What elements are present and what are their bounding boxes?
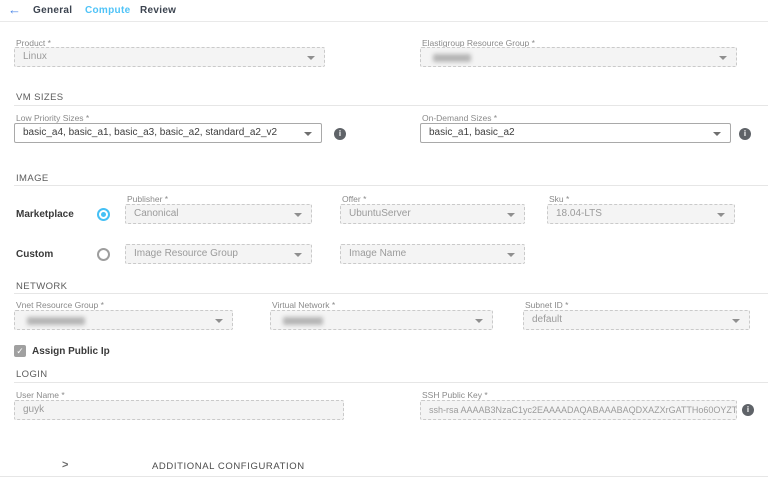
- vm-sizes-section-title: VM SIZES: [16, 92, 64, 103]
- offer-dropdown: UbuntuServer: [340, 204, 525, 224]
- tab-compute[interactable]: Compute: [85, 5, 130, 16]
- chevron-down-icon: [307, 56, 315, 60]
- sku-dropdown: 18.04-LTS: [547, 204, 735, 224]
- additional-configuration-toggle[interactable]: ADDITIONAL CONFIGURATION: [152, 461, 305, 472]
- divider: [14, 105, 768, 106]
- subnet-id-dropdown: default: [523, 310, 750, 330]
- info-icon[interactable]: i: [742, 404, 754, 416]
- chevron-down-icon: [732, 319, 740, 323]
- product-value: Linux: [23, 51, 47, 62]
- vnet-resource-group-dropdown: [14, 310, 233, 330]
- publisher-value: Canonical: [134, 208, 178, 219]
- image-resource-group-placeholder: Image Resource Group: [134, 248, 238, 259]
- image-section-title: IMAGE: [16, 173, 49, 184]
- on-demand-sizes-label: On-Demand Sizes *: [422, 113, 497, 123]
- chevron-down-icon: [507, 213, 515, 217]
- on-demand-sizes-value: basic_a1, basic_a2: [429, 127, 515, 138]
- image-name-placeholder: Image Name: [349, 248, 406, 259]
- product-dropdown: Linux: [14, 47, 325, 67]
- check-icon: ✓: [16, 346, 24, 356]
- image-name-dropdown: Image Name: [340, 244, 525, 264]
- low-priority-sizes-value: basic_a4, basic_a1, basic_a3, basic_a2, …: [23, 127, 277, 138]
- tab-review[interactable]: Review: [140, 5, 176, 16]
- divider: [14, 185, 768, 186]
- offer-label: Offer *: [342, 194, 366, 204]
- ssh-public-key-label: SSH Public Key *: [422, 390, 488, 400]
- chevron-down-icon: [719, 56, 727, 60]
- expand-chevron-icon[interactable]: >: [62, 459, 68, 471]
- image-resource-group-dropdown: Image Resource Group: [125, 244, 312, 264]
- back-arrow-icon[interactable]: ←: [8, 2, 21, 17]
- virtual-network-label: Virtual Network *: [272, 300, 335, 310]
- low-priority-sizes-dropdown[interactable]: basic_a4, basic_a1, basic_a3, basic_a2, …: [14, 123, 322, 143]
- network-section-title: NETWORK: [16, 281, 67, 292]
- chevron-down-icon: [294, 213, 302, 217]
- chevron-down-icon: [215, 319, 223, 323]
- marketplace-radio[interactable]: [97, 208, 110, 221]
- vnet-resource-group-label: Vnet Resource Group *: [16, 300, 104, 310]
- redacted-value: [27, 317, 85, 325]
- publisher-label: Publisher *: [127, 194, 168, 204]
- publisher-dropdown: Canonical: [125, 204, 312, 224]
- info-icon[interactable]: i: [334, 128, 346, 140]
- elastigroup-resource-group-dropdown: [420, 47, 737, 67]
- chevron-down-icon: [713, 132, 721, 136]
- custom-radio[interactable]: [97, 248, 110, 261]
- chevron-down-icon: [304, 132, 312, 136]
- ssh-public-key-value: ssh-rsa AAAAB3NzaC1yc2EAAAADAQABAAABAQDX…: [429, 405, 737, 415]
- subnet-id-value: default: [532, 314, 562, 325]
- redacted-value: [433, 54, 471, 62]
- on-demand-sizes-dropdown[interactable]: basic_a1, basic_a2: [420, 123, 731, 143]
- chevron-down-icon: [475, 319, 483, 323]
- ssh-public-key-input: ssh-rsa AAAAB3NzaC1yc2EAAAADAQABAAABAQDX…: [420, 400, 737, 420]
- chevron-down-icon: [294, 253, 302, 257]
- login-section-title: LOGIN: [16, 369, 48, 380]
- marketplace-radio-label: Marketplace: [16, 209, 74, 220]
- low-priority-sizes-label: Low Priority Sizes *: [16, 113, 89, 123]
- virtual-network-dropdown: [270, 310, 493, 330]
- user-name-value: guyk: [23, 404, 44, 415]
- subnet-id-label: Subnet ID *: [525, 300, 568, 310]
- user-name-input: guyk: [14, 400, 344, 420]
- sku-label: Sku *: [549, 194, 569, 204]
- radio-dot: [101, 212, 106, 217]
- chevron-down-icon: [507, 253, 515, 257]
- assign-public-ip-checkbox[interactable]: ✓: [14, 345, 26, 357]
- tab-bar: ← General Compute Review: [0, 0, 768, 22]
- assign-public-ip-label: Assign Public Ip: [32, 346, 110, 357]
- divider: [14, 293, 768, 294]
- divider: [0, 476, 768, 477]
- custom-radio-label: Custom: [16, 249, 53, 260]
- info-icon[interactable]: i: [739, 128, 751, 140]
- user-name-label: User Name *: [16, 390, 65, 400]
- compute-form-page: ← General Compute Review Product * Linux…: [0, 0, 768, 483]
- redacted-value: [283, 317, 323, 325]
- chevron-down-icon: [717, 213, 725, 217]
- offer-value: UbuntuServer: [349, 208, 411, 219]
- tab-general[interactable]: General: [33, 5, 72, 16]
- divider: [14, 382, 768, 383]
- sku-value: 18.04-LTS: [556, 208, 602, 219]
